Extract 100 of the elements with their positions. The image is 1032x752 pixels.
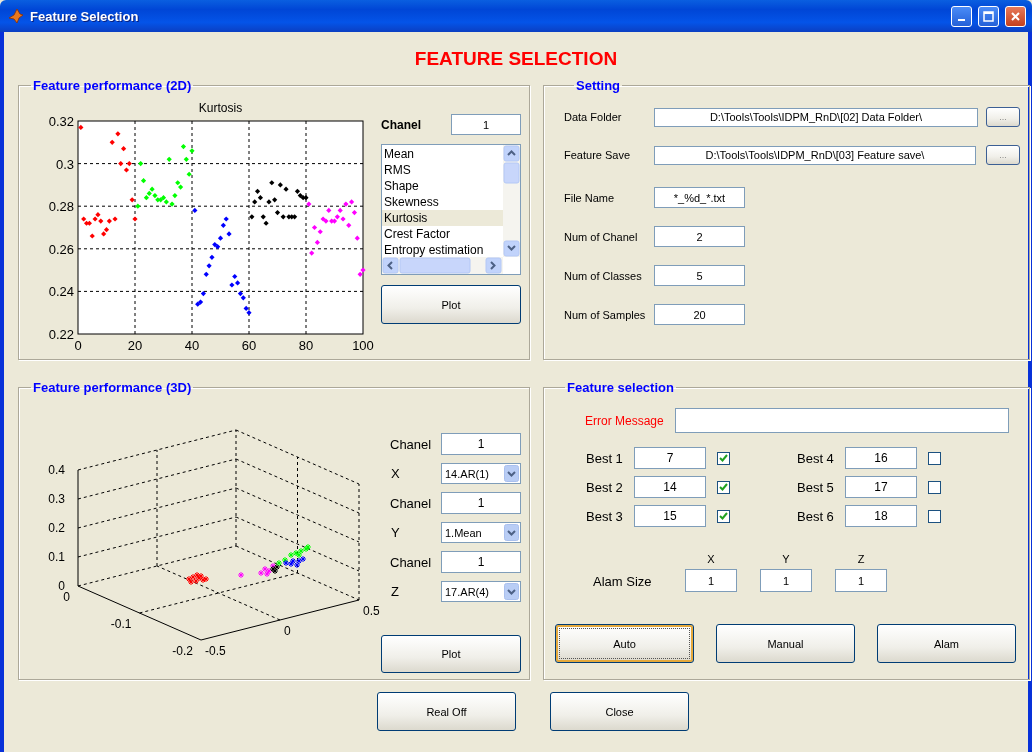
input-field[interactable]: 20 <box>654 304 745 325</box>
data-point <box>351 210 358 216</box>
page-heading: FEATURE SELECTION <box>413 48 619 70</box>
axis-tick-label: 100 <box>352 338 374 353</box>
axis-tick-label: 0.28 <box>48 199 74 215</box>
axis-label: Z <box>391 584 399 599</box>
data-point <box>138 161 144 167</box>
axis-tick-label: -0.2 <box>172 644 193 658</box>
input-field[interactable]: 1 <box>835 569 887 592</box>
field-label: Num of Chanel <box>564 230 639 243</box>
action-button[interactable]: Real Off <box>377 692 516 731</box>
axis-tick-label: 80 <box>298 338 314 353</box>
input-field[interactable]: 1 <box>451 114 521 135</box>
alarm-size-label: Alam Size <box>593 574 653 589</box>
input-field[interactable]: D:\Tools\Tools\IDPM_RnD\[02] Data Folder\ <box>654 107 978 127</box>
axis-label: Y <box>391 525 400 540</box>
app-logo-icon <box>8 8 24 24</box>
data-point <box>192 207 198 214</box>
axis-tick-label: 0.5 <box>363 604 380 618</box>
action-button[interactable]: Alam <box>877 624 1016 663</box>
data-point <box>172 192 178 199</box>
input-field[interactable]: 7 <box>634 447 706 469</box>
minimize-button[interactable] <box>951 5 972 27</box>
axis-tick-label: 0.3 <box>55 156 74 172</box>
input-field[interactable]: 15 <box>634 505 706 527</box>
data-point <box>354 235 360 241</box>
caret-icon <box>504 524 519 541</box>
data-point <box>189 148 195 154</box>
input-field[interactable]: *_%d_*.txt <box>654 187 745 208</box>
close-icon <box>1010 10 1021 22</box>
field-label: Num of Samples <box>564 308 647 321</box>
vertical-scrollbar[interactable] <box>503 145 520 257</box>
maximize-button[interactable] <box>978 5 999 27</box>
plot-button[interactable]: Plot <box>381 635 521 673</box>
input-field[interactable]: 16 <box>845 447 917 469</box>
axis-tick-label: -0.5 <box>205 644 226 658</box>
horizontal-scrollbar[interactable] <box>382 257 503 274</box>
input-field[interactable]: 18 <box>845 505 917 527</box>
data-point <box>166 156 172 162</box>
axis-label: X <box>391 466 400 481</box>
checkbox[interactable] <box>717 451 730 465</box>
data-point <box>132 216 138 222</box>
best-label: Best 6 <box>797 508 835 524</box>
dropdown[interactable]: 17.AR(4) <box>441 581 521 602</box>
field-label: Feature Save <box>564 149 632 161</box>
error-message-field[interactable] <box>675 408 1009 433</box>
chanel-label: Chanel <box>390 495 432 511</box>
best-label: Best 3 <box>586 508 624 524</box>
input-field[interactable]: 1 <box>441 551 521 573</box>
axis-label: Z <box>857 553 865 565</box>
data-point <box>121 146 127 152</box>
best-label: Best 1 <box>586 450 624 466</box>
data-point <box>140 178 147 184</box>
data-point <box>115 131 121 137</box>
data-point <box>203 271 209 277</box>
checkbox[interactable] <box>928 509 941 523</box>
panel-title: Feature performance (3D) <box>32 380 193 395</box>
panel-title: Setting <box>575 78 622 93</box>
input-field[interactable]: 1 <box>760 569 812 592</box>
close-button[interactable] <box>1005 5 1026 27</box>
panel-title: Feature performance (2D) <box>32 78 193 93</box>
data-point <box>209 254 215 260</box>
data-point <box>206 263 212 269</box>
axis-label: Y <box>782 553 790 565</box>
checkbox[interactable] <box>928 451 941 465</box>
axis-tick-label: 0.4 <box>48 463 65 477</box>
panel-title: Feature selection <box>566 380 675 395</box>
axis-tick-label: 0.32 <box>48 114 74 129</box>
list-item[interactable]: Kurtosis <box>382 210 503 226</box>
action-button[interactable]: Manual <box>716 624 855 663</box>
chart-title: Kurtosis <box>198 101 243 115</box>
input-field[interactable]: 1 <box>441 433 521 455</box>
data-point <box>89 233 95 239</box>
data-point <box>314 239 320 245</box>
axis-tick-label: 0.26 <box>48 241 74 257</box>
input-field[interactable]: 1 <box>441 492 521 514</box>
dropdown[interactable]: 14.AR(1) <box>441 463 521 484</box>
input-field[interactable]: 17 <box>845 476 917 498</box>
input-field[interactable]: D:\Tools\Tools\IDPM_RnD\[03] Feature save\ <box>654 145 976 165</box>
axis-tick-label: 60 <box>241 338 257 353</box>
dropdown[interactable]: 1.Mean <box>441 522 521 543</box>
input-field[interactable]: 14 <box>634 476 706 498</box>
action-button[interactable]: Auto <box>555 624 694 663</box>
data-point <box>109 139 115 145</box>
input-field[interactable]: 1 <box>685 569 737 592</box>
chanel-label: Chanel <box>390 554 432 570</box>
axis-tick-label: 0 <box>284 624 291 638</box>
checkbox[interactable] <box>717 509 730 523</box>
checkbox[interactable] <box>717 480 730 494</box>
chanel-label: Chanel <box>381 117 421 132</box>
action-button[interactable]: Close <box>550 692 689 731</box>
input-field[interactable]: 2 <box>654 226 745 247</box>
input-field[interactable]: 5 <box>654 265 745 286</box>
plot-button[interactable]: Plot <box>381 285 521 324</box>
checkbox[interactable] <box>928 480 941 494</box>
axis-tick-label: 0 <box>58 579 65 593</box>
list-box[interactable]: Mean RMS Shape Skewness Kurtosis Crest Factor Entropy estimation <box>381 144 521 275</box>
axis-tick-label: 0.2 <box>48 521 65 535</box>
chanel-label: Chanel <box>390 436 432 452</box>
data-point <box>326 207 332 214</box>
